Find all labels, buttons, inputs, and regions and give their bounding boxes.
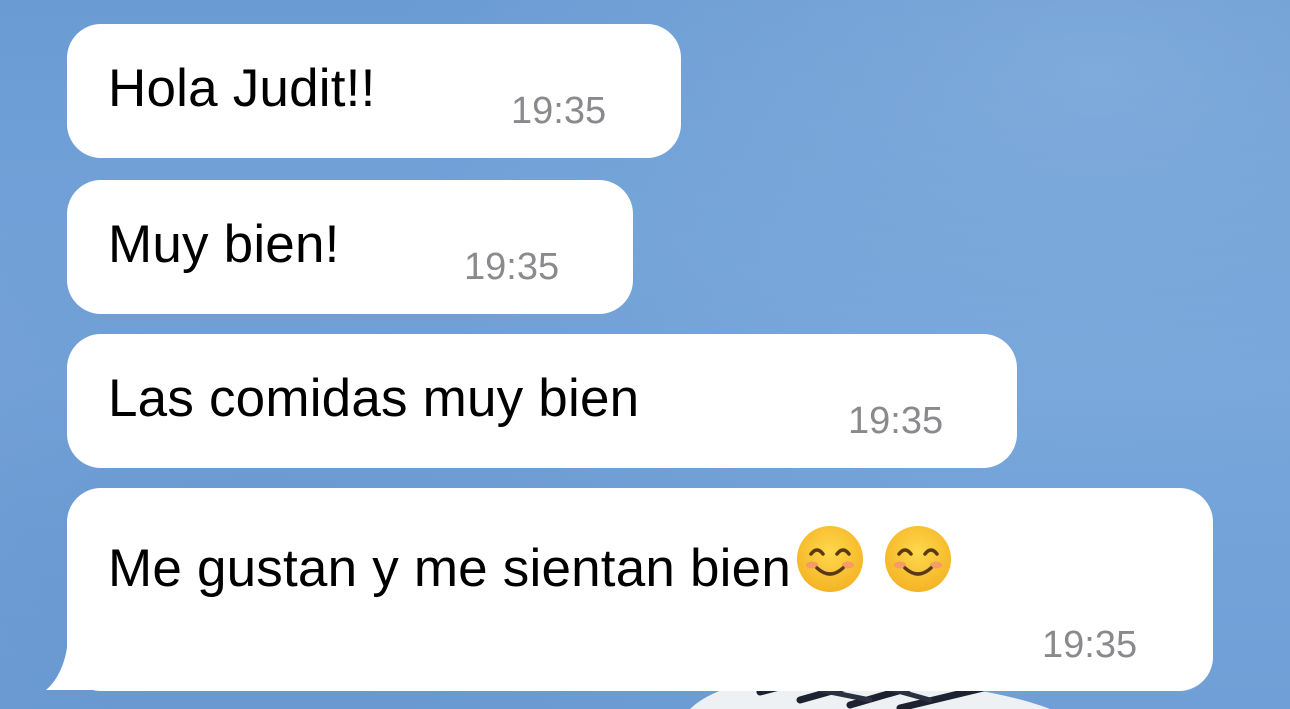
- message-text: Me gustan y me sientan bien: [108, 524, 953, 599]
- smiling-face-emoji-icon: [885, 526, 952, 592]
- message-timestamp: 19:35: [1042, 624, 1138, 666]
- message-bubble[interactable]: Me gustan y me sientan bien 19:35: [67, 488, 1213, 691]
- message-timestamp: 19:35: [511, 90, 607, 132]
- smiling-face-emoji-icon: [797, 526, 864, 592]
- message-text: Muy bien!: [108, 215, 340, 274]
- message-bubble[interactable]: Muy bien! 19:35: [67, 180, 633, 314]
- message-bubble[interactable]: Las comidas muy bien 19:35: [67, 334, 1017, 468]
- message-text: Hola Judit!!: [108, 59, 376, 118]
- message-text: Las comidas muy bien: [108, 369, 640, 428]
- message-timestamp: 19:35: [848, 400, 944, 442]
- message-timestamp: 19:35: [464, 246, 560, 288]
- message-text-content: Me gustan y me sientan bien: [108, 539, 792, 598]
- message-bubble[interactable]: Hola Judit!! 19:35: [67, 24, 681, 158]
